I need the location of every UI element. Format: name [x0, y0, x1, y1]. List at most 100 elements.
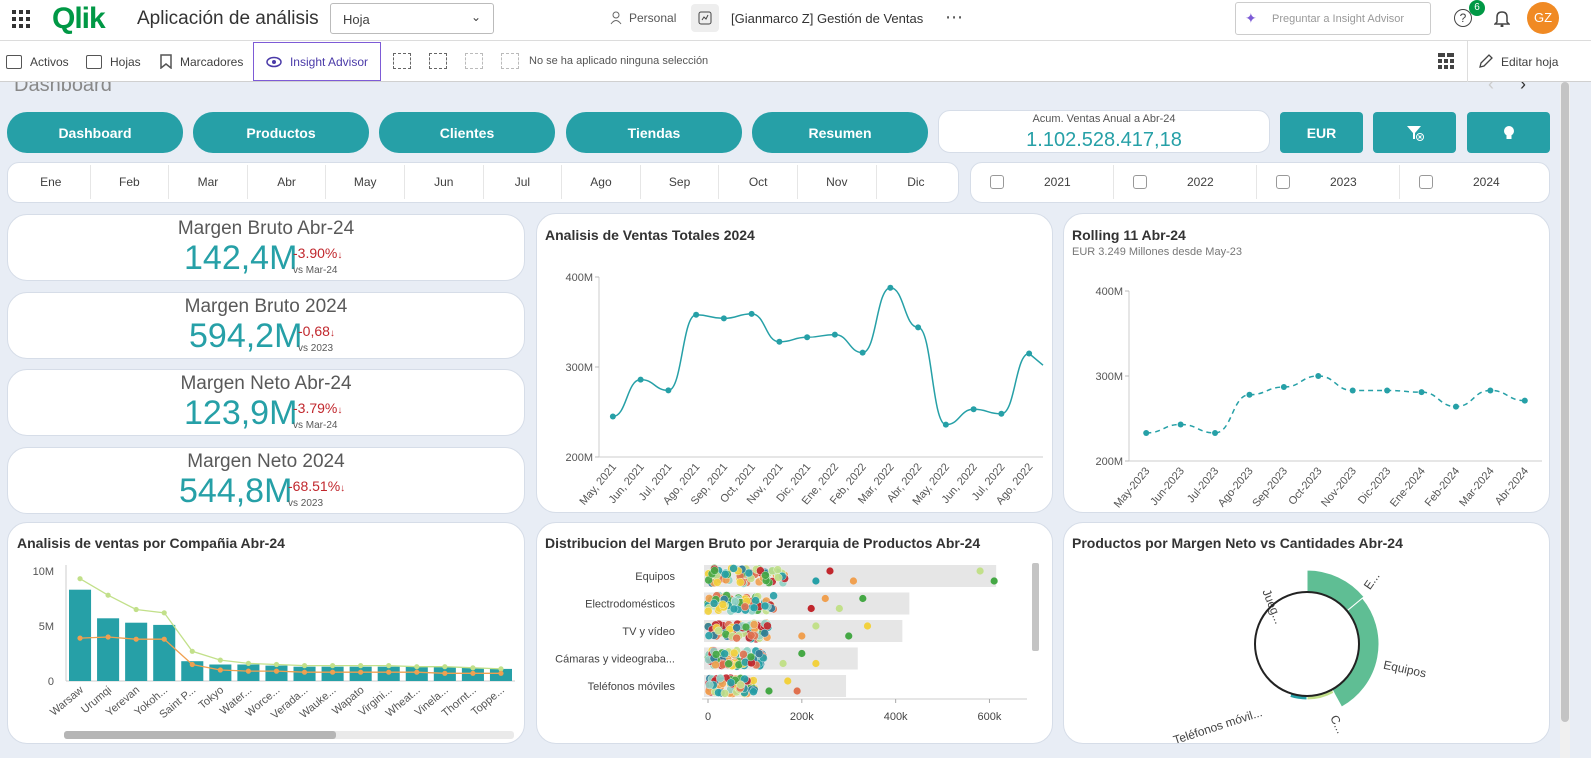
nav-clientes-button[interactable]: Clientes	[379, 112, 555, 153]
step-forward-icon[interactable]	[465, 53, 483, 69]
y-tick-label: 10M	[33, 566, 54, 578]
slice-label: E...	[1361, 569, 1383, 592]
hojas-button[interactable]: Hojas	[86, 41, 141, 82]
avatar[interactable]: GZ	[1527, 2, 1559, 34]
activos-button[interactable]: Activos	[6, 41, 69, 82]
data-point	[665, 387, 672, 394]
line-point	[189, 661, 195, 668]
data-point	[1487, 387, 1494, 394]
sparkle-icon: ✦	[1245, 10, 1257, 26]
month-filter-item[interactable]: Feb	[91, 165, 170, 199]
month-filter-item[interactable]: May	[326, 165, 405, 199]
lasso-icon[interactable]	[429, 53, 447, 69]
line-point	[105, 592, 111, 598]
bell-icon[interactable]	[1493, 9, 1511, 32]
kpi-value: 142,4M	[184, 239, 298, 277]
year-filter-item[interactable]: 2021	[972, 165, 1114, 199]
slice-label: Equipos	[1382, 658, 1427, 681]
year-filter-item[interactable]: 2022	[1115, 165, 1257, 199]
help-badge: 6	[1469, 0, 1485, 16]
kpi-title: Margen Bruto Abr-24	[177, 218, 355, 239]
clear-selections-icon[interactable]	[501, 53, 519, 69]
app-name: [Gianmarco Z] Gestión de Ventas	[731, 11, 924, 26]
down-arrow-icon: ↓	[337, 250, 343, 261]
insight-advisor-button[interactable]: Insight Advisor	[253, 42, 381, 81]
month-filter-item[interactable]: Dic	[877, 165, 956, 199]
sheet-title: Dashboard ‹ ›	[0, 82, 1560, 96]
jerarquia-chart[interactable]: Equipos Electrodomésticos TV y vídeo Cámara…	[537, 553, 1054, 743]
year-checkbox[interactable]	[1133, 175, 1147, 189]
slice-label: C...	[1327, 713, 1348, 736]
month-filter-item[interactable]: Jul	[484, 165, 563, 199]
outlier-point	[859, 594, 867, 603]
month-filter-item[interactable]: Sep	[641, 165, 720, 199]
productos-chart[interactable]: E... Equipos C... Teléfonos móvil... Jueg...	[1064, 553, 1551, 743]
smart-search-icon[interactable]	[393, 53, 411, 69]
more-options-icon[interactable]: ⋯	[945, 7, 963, 28]
nav-resumen-button[interactable]: Resumen	[752, 112, 928, 153]
line-point	[470, 670, 476, 676]
qlik-logo[interactable]: Qlik	[52, 2, 106, 36]
nav-dashboard-button[interactable]: Dashboard	[7, 112, 183, 153]
data-point	[915, 324, 922, 331]
top-bar: Qlik Aplicación de análisis Hoja ⌄ Perso…	[0, 0, 1591, 41]
month-filter-item[interactable]: Jun	[405, 165, 484, 199]
y-tick-label: 200M	[565, 452, 593, 464]
edit-sheet-button[interactable]: Editar hoja	[1478, 41, 1558, 82]
line-point	[77, 635, 83, 641]
sheet-title-text: Dashboard	[14, 82, 112, 96]
year-filter-item[interactable]: 2024	[1401, 165, 1543, 199]
scrollbar-thumb[interactable]	[1561, 82, 1569, 722]
data-point	[754, 649, 764, 658]
year-checkbox[interactable]	[990, 175, 1004, 189]
year-checkbox[interactable]	[1276, 175, 1290, 189]
data-point	[746, 652, 756, 662]
month-filter-item[interactable]: Ene	[12, 165, 91, 199]
x-tick-label: Jul-2023	[1185, 465, 1221, 505]
prev-sheet-icon[interactable]: ‹	[1488, 82, 1494, 95]
data-point	[1246, 391, 1253, 398]
sheet-select[interactable]: Hoja ⌄	[330, 3, 494, 34]
x-tick-label: Jun-2023	[1148, 465, 1187, 508]
year-checkbox[interactable]	[1419, 175, 1433, 189]
rolling-chart[interactable]: 200M 300M 400M May-2023Jun-2023Jul-2023Ago-…	[1064, 262, 1551, 512]
outlier-point	[849, 577, 858, 585]
x-tick-label: 600k	[978, 711, 1002, 723]
clear-filter-button[interactable]	[1373, 112, 1456, 153]
grid-menu-icon[interactable]	[12, 10, 30, 28]
month-filter-item[interactable]: Mar	[169, 165, 248, 199]
ventas-totales-chart[interactable]: 200M300M400MMay, 2021Jun, 2021Jul, 2021A…	[537, 244, 1054, 512]
lightbulb-button[interactable]	[1467, 112, 1550, 153]
line-point	[358, 663, 364, 669]
nav-tiendas-button[interactable]: Tiendas	[566, 112, 742, 153]
data-point	[732, 623, 741, 632]
year-filter-item[interactable]: 2023	[1258, 165, 1400, 199]
kpi-delta: -0,68↓	[298, 323, 335, 339]
next-sheet-icon[interactable]: ›	[1520, 82, 1526, 95]
grid-view-icon[interactable]	[1438, 53, 1454, 74]
nav-productos-button[interactable]: Productos	[193, 112, 369, 153]
data-point	[760, 601, 770, 611]
line-point	[245, 660, 252, 666]
data-point	[749, 603, 759, 612]
currency-eur-button[interactable]: EUR	[1280, 112, 1363, 153]
line-point	[386, 663, 392, 669]
y-tick-label: 0	[48, 676, 54, 688]
month-filter-item[interactable]: Abr	[248, 165, 327, 199]
donut-ring	[1254, 591, 1360, 697]
kpi-value: 544,8M	[179, 471, 293, 510]
data-point	[739, 650, 748, 659]
kpi-comparison: vs 2023	[298, 342, 334, 354]
vertical-scrollbar[interactable]	[1560, 82, 1570, 758]
month-filter-item[interactable]: Ago	[562, 165, 641, 199]
month-filter-item[interactable]: Nov	[798, 165, 877, 199]
insight-search-input[interactable]: ✦ Preguntar a Insight Advisor	[1235, 2, 1431, 35]
compania-chart[interactable]: 05M10MWarsawUrumqiYerevanYokoh...Saint P…	[8, 553, 526, 745]
data-point	[761, 571, 770, 580]
marcadores-button[interactable]: Marcadores	[160, 41, 243, 82]
data-point	[729, 564, 738, 573]
data-point	[751, 596, 760, 605]
sheet-select-value: Hoja	[343, 12, 370, 27]
month-filter-item[interactable]: Oct	[719, 165, 798, 199]
selection-status: No se ha aplicado ninguna selección	[529, 55, 709, 67]
